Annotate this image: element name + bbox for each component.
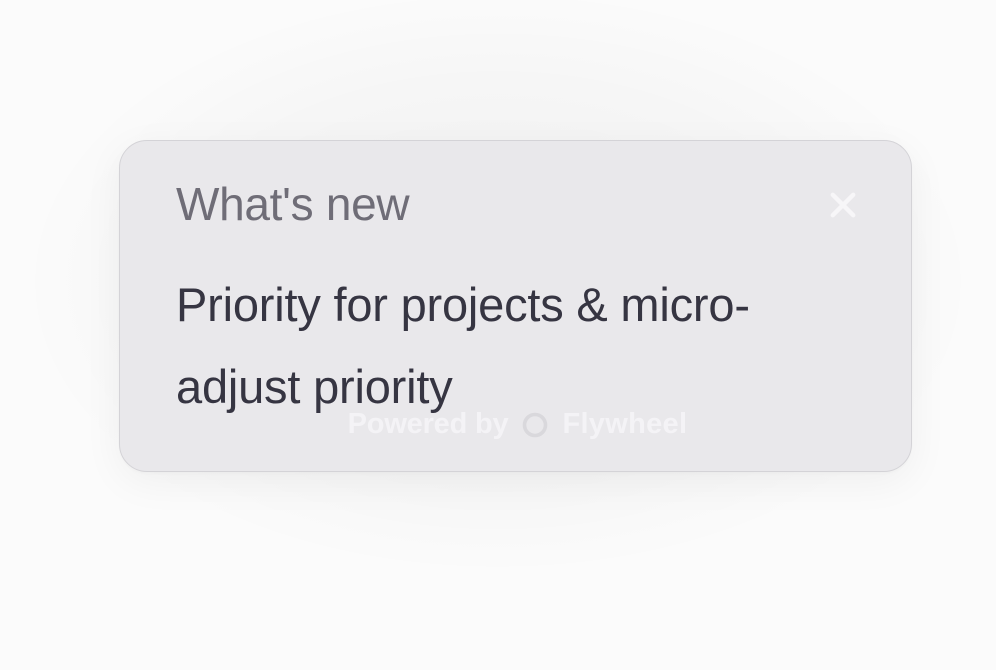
panel-heading: What's new bbox=[176, 179, 409, 230]
close-icon bbox=[826, 188, 860, 222]
brand-name: Flywheel bbox=[562, 408, 687, 441]
flywheel-logo-icon bbox=[522, 412, 548, 438]
panel-header-row: What's new bbox=[176, 181, 859, 230]
panel-body: Priority for projects & micro-adjust pri… bbox=[176, 264, 836, 429]
powered-by-label: Powered by bbox=[348, 408, 509, 441]
close-button[interactable] bbox=[821, 183, 865, 227]
whats-new-panel: What's new Priority for projects & micro… bbox=[119, 140, 912, 472]
powered-by-footer: Powered by Flywheel bbox=[176, 408, 859, 441]
